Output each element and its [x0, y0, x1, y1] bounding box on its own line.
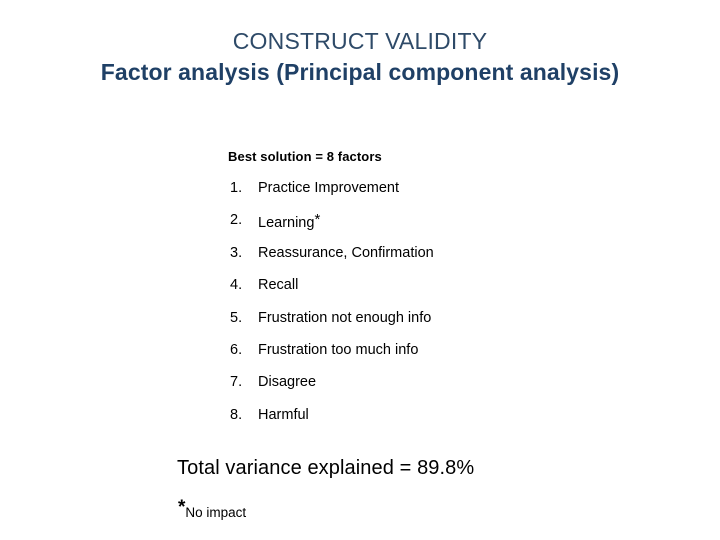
list-item-number: 2. — [230, 212, 243, 229]
list-item-label: Learning* — [258, 210, 320, 233]
footnote: *No impact — [178, 498, 247, 522]
footnote-text: No impact — [185, 505, 247, 520]
list-item-number: 6. — [230, 341, 243, 358]
list-item: 6. Frustration too much info — [228, 340, 668, 372]
page-subtitle: Factor analysis (Principal component ana… — [100, 59, 620, 85]
list-item-number: 7. — [230, 374, 243, 391]
list-item-label: Disagree — [258, 374, 317, 391]
list-item-number: 4. — [230, 277, 243, 294]
list-item: 5. Frustration not enough info — [228, 308, 668, 340]
content-block: Best solution = 8 factors 1. Practice Im… — [228, 148, 668, 437]
list-item-number: 8. — [230, 406, 243, 423]
list-item: 4. Recall — [228, 275, 668, 307]
page-title: CONSTRUCT VALIDITY — [232, 28, 488, 54]
list-item: 7. Disagree — [228, 372, 668, 404]
list-item: 3. Reassurance, Confirmation — [228, 243, 668, 275]
slide-title-block: CONSTRUCT VALIDITY Factor analysis (Prin… — [0, 26, 720, 89]
best-solution-heading: Best solution = 8 factors — [228, 149, 382, 164]
list-item-number: 5. — [230, 309, 243, 326]
list-item-text: Learning — [258, 215, 315, 232]
list-item-label: Frustration too much info — [258, 341, 419, 358]
footnote-marker-icon: * — [314, 211, 321, 229]
slide-canvas: CONSTRUCT VALIDITY Factor analysis (Prin… — [0, 0, 720, 540]
factor-list: 1. Practice Improvement 2. Learning* 3. … — [228, 178, 668, 437]
list-item: 2. Learning* — [228, 210, 668, 242]
list-item-number: 1. — [230, 180, 243, 196]
list-item: 8. Harmful — [228, 405, 668, 437]
list-item-number: 3. — [230, 244, 243, 261]
list-item-label: Harmful — [258, 406, 309, 423]
list-item: 1. Practice Improvement — [228, 178, 668, 210]
list-item-label: Practice Improvement — [258, 180, 400, 196]
list-item-label: Recall — [258, 277, 299, 294]
list-item-label: Frustration not enough info — [258, 309, 432, 326]
list-item-label: Reassurance, Confirmation — [258, 244, 434, 261]
total-variance-statement: Total variance explained = 89.8% — [177, 457, 475, 479]
